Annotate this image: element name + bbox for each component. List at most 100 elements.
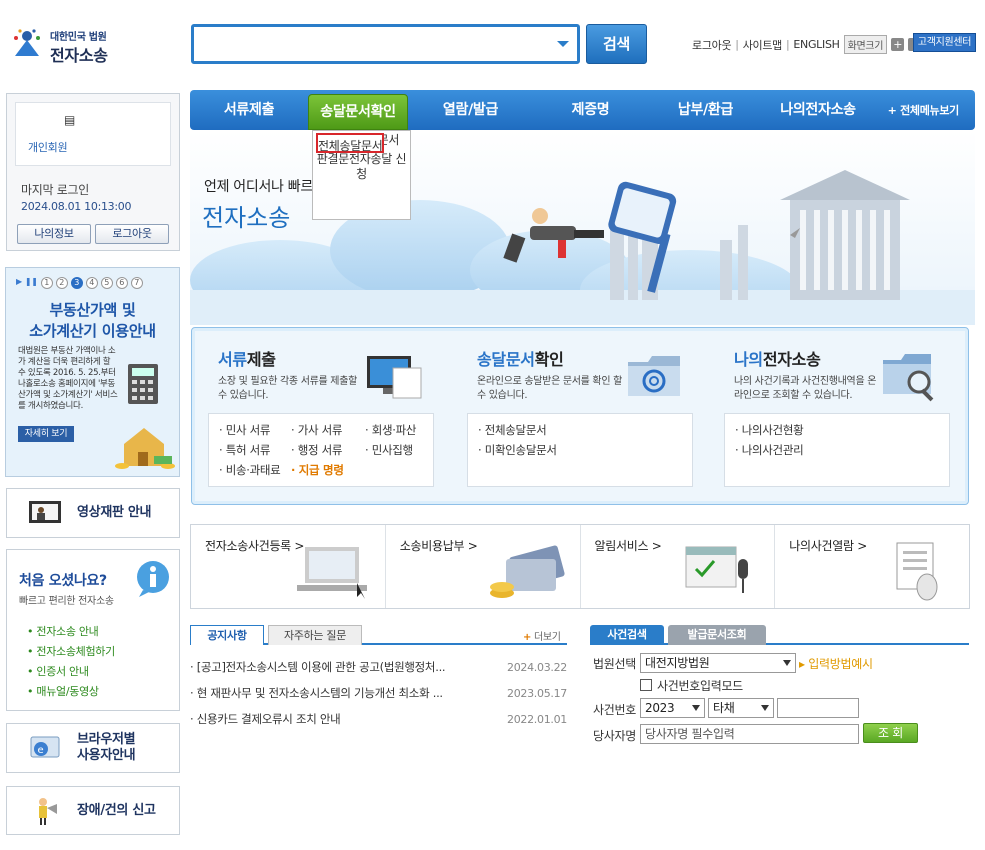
logout-link[interactable]: 로그아웃 xyxy=(692,37,732,53)
hero-title: 전자소송 xyxy=(202,204,291,232)
service-my-desc: 나의 사건기록과 사건진행내역을 온라인으로 조회할 수 있습니다. xyxy=(734,376,877,401)
link-civil-execution[interactable]: · 민사집행 xyxy=(365,440,413,460)
video-trial-link[interactable]: 영상재판 안내 xyxy=(6,488,180,538)
link-admin-docs[interactable]: · 행정 서류 xyxy=(291,440,365,460)
case-number-mode-checkbox[interactable] xyxy=(640,679,652,691)
first-link-manual[interactable]: • 매뉴얼/동영상 xyxy=(27,682,115,702)
banner-page-5[interactable]: 5 xyxy=(100,277,113,289)
pause-icon[interactable]: ❚❚ xyxy=(25,277,38,289)
notice-row[interactable]: · [공고]전자소송시스템 이용에 관한 공고(법원행정처... 2024.03.… xyxy=(190,654,567,680)
sitemap-link[interactable]: 사이트맵 xyxy=(743,37,783,53)
quick-fee-payment-label: 소송비용납부 > xyxy=(399,539,478,553)
member-icon: ▤ xyxy=(64,113,76,127)
banner-page-7[interactable]: 7 xyxy=(130,277,143,289)
first-link-guide[interactable]: • 전자소송 안내 xyxy=(27,622,115,642)
party-name-label: 당사자명 xyxy=(593,729,636,743)
font-increase-button[interactable]: + xyxy=(891,38,905,51)
promo-banner[interactable]: ▶ ❚❚ 1 2 3 4 5 6 7 부동산가액 및 소가계산기 이용안내 대법원… xyxy=(5,267,180,477)
first-link-certificate[interactable]: • 인증서 안내 xyxy=(27,662,115,682)
link-civil-docs[interactable]: · 민사 서류 xyxy=(219,420,291,440)
quick-fee-payment[interactable]: 소송비용납부 > xyxy=(386,525,581,608)
service-my-title[interactable]: 나의전자소송 xyxy=(734,346,821,370)
quick-case-view[interactable]: 나의사건열람 > xyxy=(775,525,969,608)
banner-controls: ▶ ❚❚ 1 2 3 4 5 6 7 xyxy=(16,277,143,289)
nav-my-litigation[interactable]: 나의전자소송 xyxy=(763,90,873,130)
nav-payment-refund[interactable]: 납부/환급 xyxy=(648,90,763,130)
link-my-case-manage[interactable]: · 나의사건관리 xyxy=(735,440,804,460)
first-visit-box: 처음 오셨나요? 빠르고 편리한 전자소송 • 전자소송 안내 • 전자소송체험… xyxy=(6,549,180,711)
link-rehab-bankruptcy[interactable]: · 회생·파산 xyxy=(365,420,416,440)
tab-notice[interactable]: 공지사항 xyxy=(190,625,264,645)
link-family-docs[interactable]: · 가사 서류 xyxy=(291,420,365,440)
banner-more-button[interactable]: 자세히 보기 xyxy=(18,426,74,442)
submenu-all-delivery[interactable]: 전체송달문서 xyxy=(316,133,385,153)
banner-page-1[interactable]: 1 xyxy=(40,277,53,289)
service-submit: 서류제출 소장 및 필요한 각종 서류를 제출할 수 있습니다. · 민사 서류… xyxy=(192,328,447,506)
court-logo[interactable]: 대한민국 법원 전자소송 xyxy=(10,26,120,66)
link-my-case-status[interactable]: · 나의사건현황 xyxy=(735,420,804,440)
nav-delivery-check[interactable]: 송달문서확인 xyxy=(308,94,408,130)
nav-view-issue[interactable]: 열람/발급 xyxy=(408,90,533,130)
service-submit-title[interactable]: 서류제출 xyxy=(218,346,276,370)
link-payment-order[interactable]: · 지급 명령 xyxy=(291,460,344,480)
banner-page-2[interactable]: 2 xyxy=(55,277,68,289)
party-name-input[interactable]: 당사자명 필수입력 xyxy=(640,724,859,744)
nav-certificate[interactable]: 제증명 xyxy=(533,90,648,130)
browser-guide-label: 브라우저별 사용자안내 xyxy=(77,732,136,763)
first-visit-links: • 전자소송 안내 • 전자소송체험하기 • 인증서 안내 • 매뉴얼/동영상 xyxy=(27,622,115,702)
quick-case-register[interactable]: 전자소송사건등록 > xyxy=(191,525,386,608)
last-login-time: 2024.08.01 10:13:00 xyxy=(21,200,132,213)
play-icon[interactable]: ▶ xyxy=(16,277,22,289)
link-patent-docs[interactable]: · 특허 서류 xyxy=(219,440,291,460)
logo-court-name: 대한민국 법원 xyxy=(50,32,107,43)
notice-list: · [공고]전자소송시스템 이용에 관한 공고(법원행정처... 2024.03.… xyxy=(190,654,567,732)
laptop-icon xyxy=(296,547,367,599)
video-trial-label: 영상재판 안내 xyxy=(77,505,152,520)
input-method-example-link[interactable]: ▸ 입력방법예시 xyxy=(799,655,873,672)
case-kind-select[interactable]: 타채 xyxy=(708,698,774,718)
link-all-delivery[interactable]: · 전체송달문서 xyxy=(478,420,547,440)
banner-page-3[interactable]: 3 xyxy=(70,277,83,289)
calendar-mic-icon xyxy=(685,546,749,593)
service-delivery-links: · 전체송달문서 · 미확인송달문서 xyxy=(467,413,693,487)
report-link[interactable]: 장애/건의 신고 xyxy=(6,786,180,835)
service-my: 나의전자소송 나의 사건기록과 사건진행내역을 온라인으로 조회할 수 있습니다… xyxy=(708,328,963,506)
case-number-input[interactable] xyxy=(777,698,859,718)
case-year-select[interactable]: 2023 xyxy=(640,698,705,718)
search-dropdown-icon[interactable] xyxy=(557,41,569,47)
quick-notification[interactable]: 알림서비스 > xyxy=(581,525,776,608)
browser-guide-link[interactable]: e 브라우저별 사용자안내 xyxy=(6,723,180,773)
notice-row[interactable]: · 신용카드 결제오류시 조치 안내 2022.01.01 xyxy=(190,706,567,732)
tab-faq[interactable]: 자주하는 질문 xyxy=(268,625,362,645)
notice-row[interactable]: · 현 재판사무 및 전자소송시스템의 기능개선 최소화 ... 2023.05.… xyxy=(190,680,567,706)
court-select-label: 법원선택 xyxy=(593,657,636,671)
banner-page-4[interactable]: 4 xyxy=(85,277,98,289)
all-menu-button[interactable]: + 전체메뉴보기 xyxy=(888,102,960,118)
email-folder-icon xyxy=(628,356,680,396)
notice-more-link[interactable]: + 더보기 xyxy=(523,628,561,643)
link-non-contentious[interactable]: · 비송·과태료 xyxy=(219,460,291,480)
computer-docs-icon xyxy=(367,356,422,399)
quick-case-register-label: 전자소송사건등록 > xyxy=(205,539,305,553)
support-center-button[interactable]: 고객지원센터 xyxy=(913,33,976,52)
lookup-button[interactable]: 조 회 xyxy=(863,723,918,743)
submenu-judgment-delivery[interactable]: 판결문전자송달 신청 xyxy=(313,150,410,184)
main-nav: 서류제출 송달문서확인 열람/발급 제증명 납부/환급 나의전자소송 + 전체메… xyxy=(190,90,975,130)
calculator-icon xyxy=(128,364,158,404)
court-select[interactable]: 대전지방법원 xyxy=(640,653,796,673)
credit-card-coins-icon xyxy=(489,545,565,598)
search-input[interactable] xyxy=(191,24,580,64)
case-number-label: 사건번호 xyxy=(593,703,636,717)
english-link[interactable]: ENGLISH xyxy=(793,38,840,51)
banner-page-6[interactable]: 6 xyxy=(115,277,128,289)
tab-issued-docs[interactable]: 발급문서조회 xyxy=(668,625,766,645)
nav-submit-docs[interactable]: 서류제출 xyxy=(190,90,308,130)
logout-button[interactable]: 로그아웃 xyxy=(95,224,169,244)
service-submit-desc: 소장 및 필요한 각종 서류를 제출할 수 있습니다. xyxy=(218,376,357,401)
first-link-experience[interactable]: • 전자소송체험하기 xyxy=(27,642,115,662)
service-delivery-title[interactable]: 송달문서확인 xyxy=(477,346,564,370)
link-unread-delivery[interactable]: · 미확인송달문서 xyxy=(478,440,557,460)
myinfo-button[interactable]: 나의정보 xyxy=(17,224,91,244)
search-button[interactable]: 검색 xyxy=(586,24,647,64)
tab-case-search[interactable]: 사건검색 xyxy=(590,625,664,645)
